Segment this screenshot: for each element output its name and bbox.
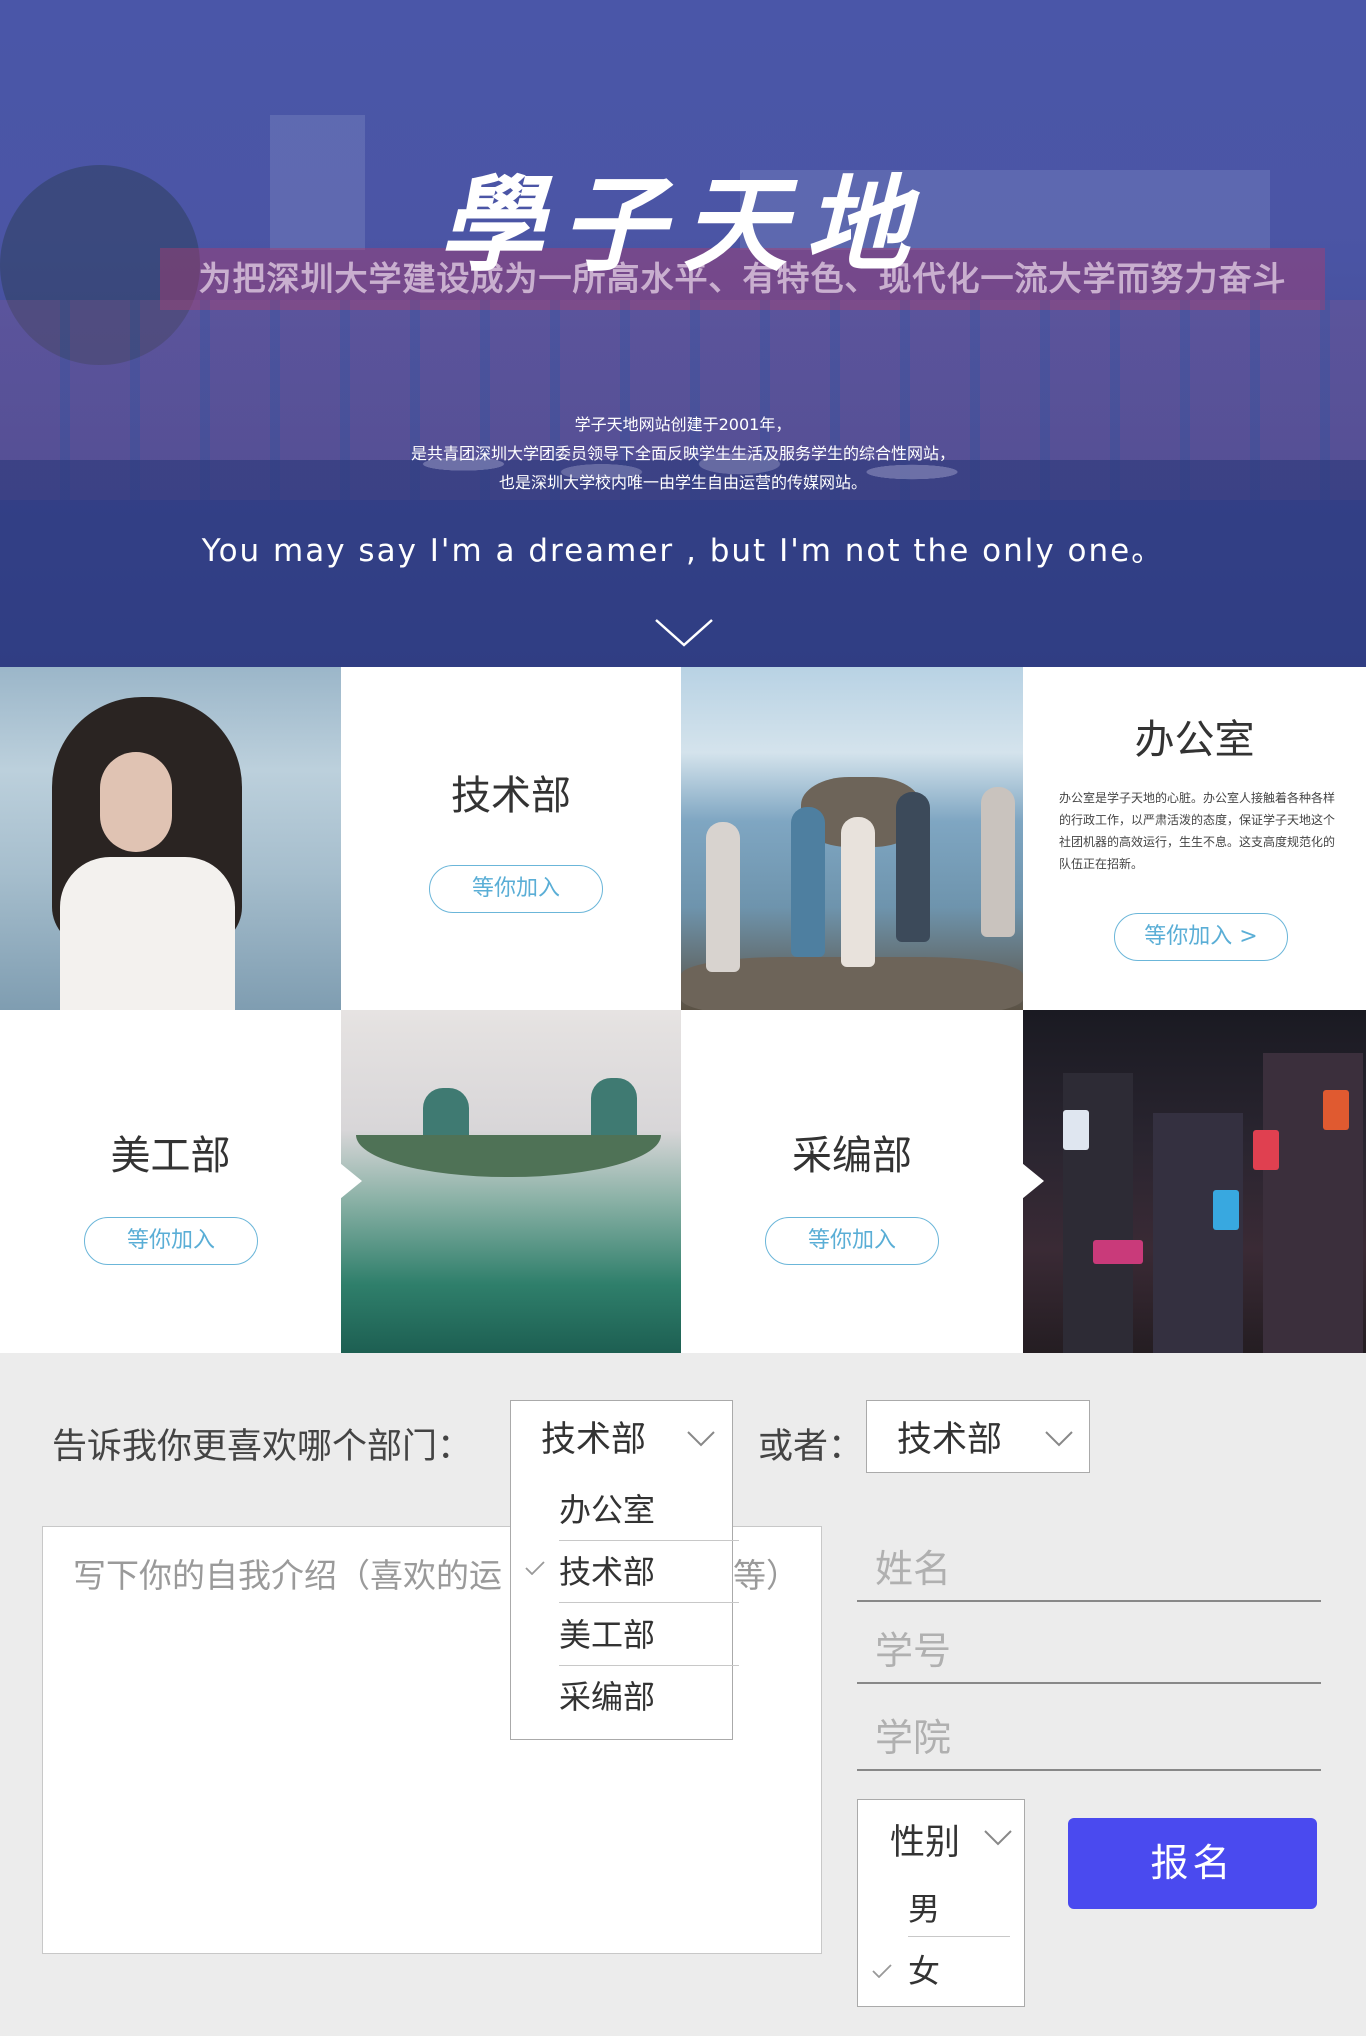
chevron-down-icon[interactable] [654,618,714,648]
art-join-button[interactable]: 等你加入 [84,1217,258,1265]
editorial-card: 采编部 等你加入 [681,1010,1023,1353]
department-question-label: 告诉我你更喜欢哪个部门： [52,1427,473,1467]
hero-banner: 为把深圳大学建设成为一所高水平、有特色、现代化一流大学而努力奋斗 學子天地 学子… [0,0,1366,667]
office-join-button[interactable]: 等你加入 > [1114,913,1288,961]
girl-photo [0,667,341,1010]
or-label: 或者： [758,1427,864,1467]
checkmark-icon [525,1561,545,1575]
office-title: 办公室 [1134,717,1255,763]
office-card: 办公室 办公室是学子天地的心脏。办公室人接触着各种各样的行政工作，以严肃活泼的态… [1023,667,1366,1010]
department-option-editorial[interactable]: 采编部 [559,1672,655,1718]
art-card: 美工部 等你加入 [0,1010,341,1353]
department-option-tech[interactable]: 技术部 [559,1547,655,1593]
name-placeholder: 姓名 [875,1547,952,1591]
self-intro-placeholder-tail: 等） [733,1556,799,1595]
college-input[interactable]: 学院 [857,1689,1321,1771]
gender-select-label: 性别 [890,1823,961,1863]
department-option-art[interactable]: 美工部 [559,1610,655,1656]
student-id-placeholder: 学号 [875,1629,952,1673]
checkmark-icon [872,1964,892,1978]
description-line: 学子天地网站创建于2001年， [574,415,792,434]
department-select[interactable]: 技术部 办公室 技术部 美工部 采编部 [510,1400,739,1740]
office-description: 办公室是学子天地的心脏。办公室人接触着各种各样的行政工作，以严肃活泼的态度，保证… [1059,791,1336,871]
department-grid: 技术部 等你加入 办公室 办公室是学子天地的心脏。办公室人接触着各种各样的行政工… [0,667,1366,1353]
chevron-down-icon [687,1431,715,1447]
submit-button[interactable]: 报名 [1068,1818,1317,1909]
editorial-title: 采编部 [792,1133,912,1179]
description-line: 也是深圳大学校内唯一由学生自由运营的传媒网站。 [498,473,867,492]
beach-group-photo [681,667,1023,1010]
gender-option-female[interactable]: 女 [908,1946,940,1992]
description-line: 是共青团深圳大学团委员领导下全面反映学生生活及服务学生的综合性网站， [410,444,955,463]
chevron-down-icon [984,1830,1012,1846]
tech-title: 技术部 [451,773,571,819]
site-description: 学子天地网站创建于2001年， 是共青团深圳大学团委员领导下全面反映学生生活及服… [0,410,1366,497]
self-intro-placeholder: 写下你的自我介绍（喜欢的运 [73,1556,502,1595]
name-input[interactable]: 姓名 [857,1520,1321,1602]
secondary-department-select[interactable]: 技术部 [866,1400,1090,1473]
editorial-join-button[interactable]: 等你加入 [765,1217,939,1265]
gender-option-male[interactable]: 男 [908,1884,940,1930]
tech-card: 技术部 等你加入 [341,667,681,1010]
department-option-office[interactable]: 办公室 [559,1485,655,1531]
site-title: 學子天地 [438,163,927,286]
tech-join-button[interactable]: 等你加入 [429,865,603,913]
art-title: 美工部 [110,1133,231,1179]
hero-quote: You may say I'm a dreamer , but I'm not … [201,533,1165,569]
chevron-down-icon [1045,1431,1073,1447]
student-id-input[interactable]: 学号 [857,1602,1321,1684]
secondary-select-value: 技术部 [897,1420,1003,1460]
gender-select[interactable]: 性别 男 女 [857,1799,1025,2007]
college-placeholder: 学院 [875,1716,952,1760]
canoe-photo [341,1010,681,1353]
city-night-photo [1023,1010,1366,1353]
department-select-value: 技术部 [541,1420,647,1460]
